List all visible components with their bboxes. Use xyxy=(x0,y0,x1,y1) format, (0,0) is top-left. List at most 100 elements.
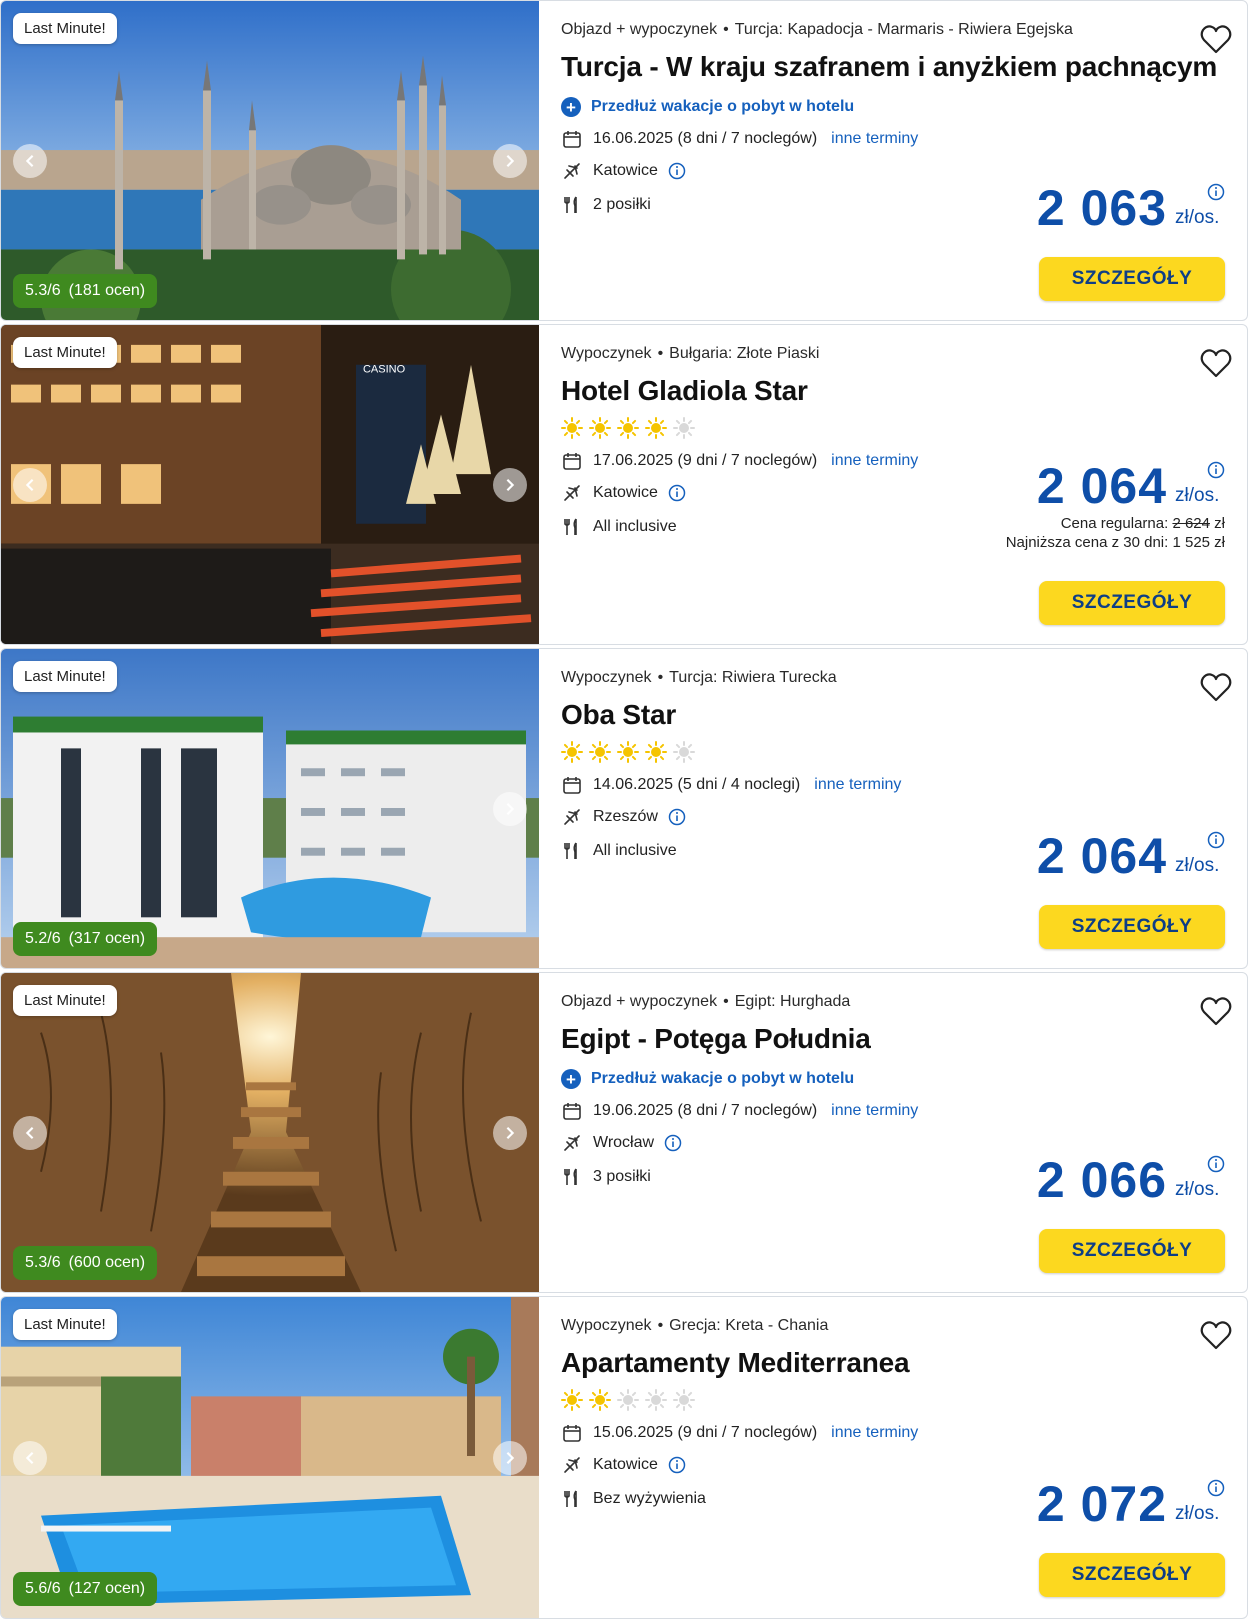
rating-count: (127 ocen) xyxy=(68,1580,146,1597)
photo-next-button[interactable] xyxy=(493,1115,527,1150)
offer-departure-row: Wrocław xyxy=(561,1133,1247,1153)
regular-price: Cena regularna: 2 624 zł xyxy=(1060,515,1225,532)
heart-icon[interactable] xyxy=(1199,671,1233,705)
cutlery-icon xyxy=(561,516,583,538)
sun-star-filled-icon xyxy=(561,741,583,763)
offer-list: Last Minute! 5.3/6 (181 ocen) Objazd + w… xyxy=(0,0,1250,1619)
sun-star-filled-icon xyxy=(589,741,611,763)
sun-star-filled-icon xyxy=(561,1389,583,1411)
details-button[interactable]: SZCZEGÓŁY xyxy=(1039,581,1225,625)
offer-destination: Bułgaria: Złote Piaski xyxy=(669,345,820,362)
photo-prev-button[interactable] xyxy=(13,1115,47,1150)
heart-icon[interactable] xyxy=(1199,995,1233,1029)
offer-title[interactable]: Turcja - W kraju szafranem i anyżkiem pa… xyxy=(561,51,1247,83)
offer-image-hotel-night: CASINO xyxy=(1,325,539,644)
rating-badge: 5.3/6 (600 ocen) xyxy=(13,1246,158,1280)
price-block: 2 063 zł/os. xyxy=(1037,183,1225,233)
calendar-icon xyxy=(561,128,583,150)
other-dates-link[interactable]: inne terminy xyxy=(831,1102,918,1120)
info-icon[interactable] xyxy=(664,1134,682,1152)
other-dates-link[interactable]: inne terminy xyxy=(831,130,918,148)
price-block: 2 072 zł/os. xyxy=(1037,1479,1225,1529)
photo-prev-button[interactable] xyxy=(13,143,47,178)
photo-next-button[interactable] xyxy=(493,1440,527,1475)
plane-icon xyxy=(561,1132,583,1154)
rating-count: (181 ocen) xyxy=(68,282,146,299)
cutlery-icon xyxy=(561,1166,583,1188)
offer-departure: Katowice xyxy=(593,484,658,501)
offer-photo[interactable]: Last Minute! 5.3/6 (181 ocen) xyxy=(1,1,539,320)
info-icon[interactable] xyxy=(1207,1479,1225,1497)
extend-stay-link[interactable]: + Przedłuż wakacje o pobyt w hotelu xyxy=(561,1069,1247,1089)
info-icon[interactable] xyxy=(668,808,686,826)
info-icon[interactable] xyxy=(1207,831,1225,849)
last-minute-badge: Last Minute! xyxy=(13,661,117,692)
details-button[interactable]: SZCZEGÓŁY xyxy=(1039,1553,1225,1597)
chevron-right-icon xyxy=(506,154,515,167)
cutlery-icon xyxy=(561,194,583,216)
info-icon[interactable] xyxy=(1207,183,1225,201)
other-dates-link[interactable]: inne terminy xyxy=(831,1424,918,1442)
offer-title[interactable]: Egipt - Potęga Południa xyxy=(561,1023,1247,1055)
info-icon[interactable] xyxy=(668,162,686,180)
info-icon[interactable] xyxy=(1207,461,1225,479)
regular-price-value: 2 624 xyxy=(1172,515,1210,532)
chevron-right-icon xyxy=(506,1126,515,1139)
sun-star-empty-icon xyxy=(673,417,695,439)
price-block: 2 066 zł/os. xyxy=(1037,1155,1225,1205)
offer-date: 15.06.2025 (9 dni / 7 noclegów) xyxy=(593,1424,818,1441)
offer-card[interactable]: Last Minute! 5.6/6 (127 ocen) Wypoczynek… xyxy=(0,1296,1248,1619)
price-value: 2 064 xyxy=(1036,458,1167,514)
rating-score: 5.3/6 xyxy=(25,1254,61,1271)
info-icon[interactable] xyxy=(668,1456,686,1474)
offer-photo[interactable]: Last Minute! 5.2/6 (317 ocen) xyxy=(1,649,539,968)
details-button[interactable]: SZCZEGÓŁY xyxy=(1039,905,1225,949)
photo-next-button[interactable] xyxy=(493,791,527,826)
offer-meta: Wypoczynek • Turcja: Riwiera Turecka xyxy=(561,669,837,686)
photo-prev-button[interactable] xyxy=(13,1440,47,1475)
extend-stay-link[interactable]: + Przedłuż wakacje o pobyt w hotelu xyxy=(561,97,1247,117)
info-icon[interactable] xyxy=(1207,1155,1225,1173)
details-button[interactable]: SZCZEGÓŁY xyxy=(1039,257,1225,301)
chevron-left-icon xyxy=(25,1126,34,1139)
offer-image-mosque xyxy=(1,1,539,320)
offer-image-hotel-pool xyxy=(1,649,539,968)
offer-photo[interactable]: Last Minute! 5.6/6 (127 ocen) xyxy=(1,1297,539,1618)
photo-prev-button[interactable] xyxy=(13,467,47,502)
info-icon[interactable] xyxy=(668,484,686,502)
last-minute-badge: Last Minute! xyxy=(13,337,117,368)
heart-icon[interactable] xyxy=(1199,347,1233,381)
offer-title[interactable]: Apartamenty Mediterranea xyxy=(561,1347,1247,1379)
photo-next-button[interactable] xyxy=(493,143,527,178)
photo-next-button[interactable] xyxy=(493,467,527,502)
offer-title[interactable]: Hotel Gladiola Star xyxy=(561,375,1247,407)
offer-destination: Egipt: Hurghada xyxy=(734,993,851,1010)
heart-icon[interactable] xyxy=(1199,23,1233,57)
offer-date: 17.06.2025 (9 dni / 7 noclegów) xyxy=(593,452,818,469)
sun-star-filled-icon xyxy=(589,417,611,439)
price-value: 2 072 xyxy=(1036,1476,1167,1532)
offer-card[interactable]: Last Minute! 5.2/6 (317 ocen) Wypoczynek… xyxy=(0,648,1248,969)
offer-card[interactable]: Last Minute! 5.3/6 (181 ocen) Objazd + w… xyxy=(0,0,1248,321)
other-dates-link[interactable]: inne terminy xyxy=(814,776,901,794)
offer-card[interactable]: Last Minute! 5.3/6 (600 ocen) Objazd + w… xyxy=(0,972,1248,1293)
offer-photo[interactable]: CASINO Last Minute! xyxy=(1,325,539,644)
offer-meta: Wypoczynek • Grecja: Kreta - Chania xyxy=(561,1317,829,1334)
offer-departure: Wrocław xyxy=(593,1134,655,1151)
rating-badge: 5.3/6 (181 ocen) xyxy=(13,274,158,308)
offer-card[interactable]: CASINO Last Minute! Wypoczynek • Bułgari… xyxy=(0,324,1248,645)
offer-photo[interactable]: Last Minute! 5.3/6 (600 ocen) xyxy=(1,973,539,1292)
details-button[interactable]: SZCZEGÓŁY xyxy=(1039,1229,1225,1273)
offer-meals: Bez wyżywienia xyxy=(593,1490,706,1507)
offer-meta: Objazd + wypoczynek • Egipt: Hurghada xyxy=(561,993,851,1010)
plus-icon: + xyxy=(561,97,581,117)
offer-date-row: 16.06.2025 (8 dni / 7 noclegów) inne ter… xyxy=(561,129,1247,149)
offer-meals: All inclusive xyxy=(593,518,677,535)
heart-icon[interactable] xyxy=(1199,1319,1233,1353)
chevron-left-icon xyxy=(25,1451,34,1464)
sun-star-empty-icon xyxy=(617,1389,639,1411)
offer-title[interactable]: Oba Star xyxy=(561,699,1247,731)
price-block: 2 064 zł/os. Cena regularna: 2 624 zł Na… xyxy=(1006,461,1225,551)
other-dates-link[interactable]: inne terminy xyxy=(831,452,918,470)
offer-type: Objazd + wypoczynek xyxy=(561,993,718,1010)
